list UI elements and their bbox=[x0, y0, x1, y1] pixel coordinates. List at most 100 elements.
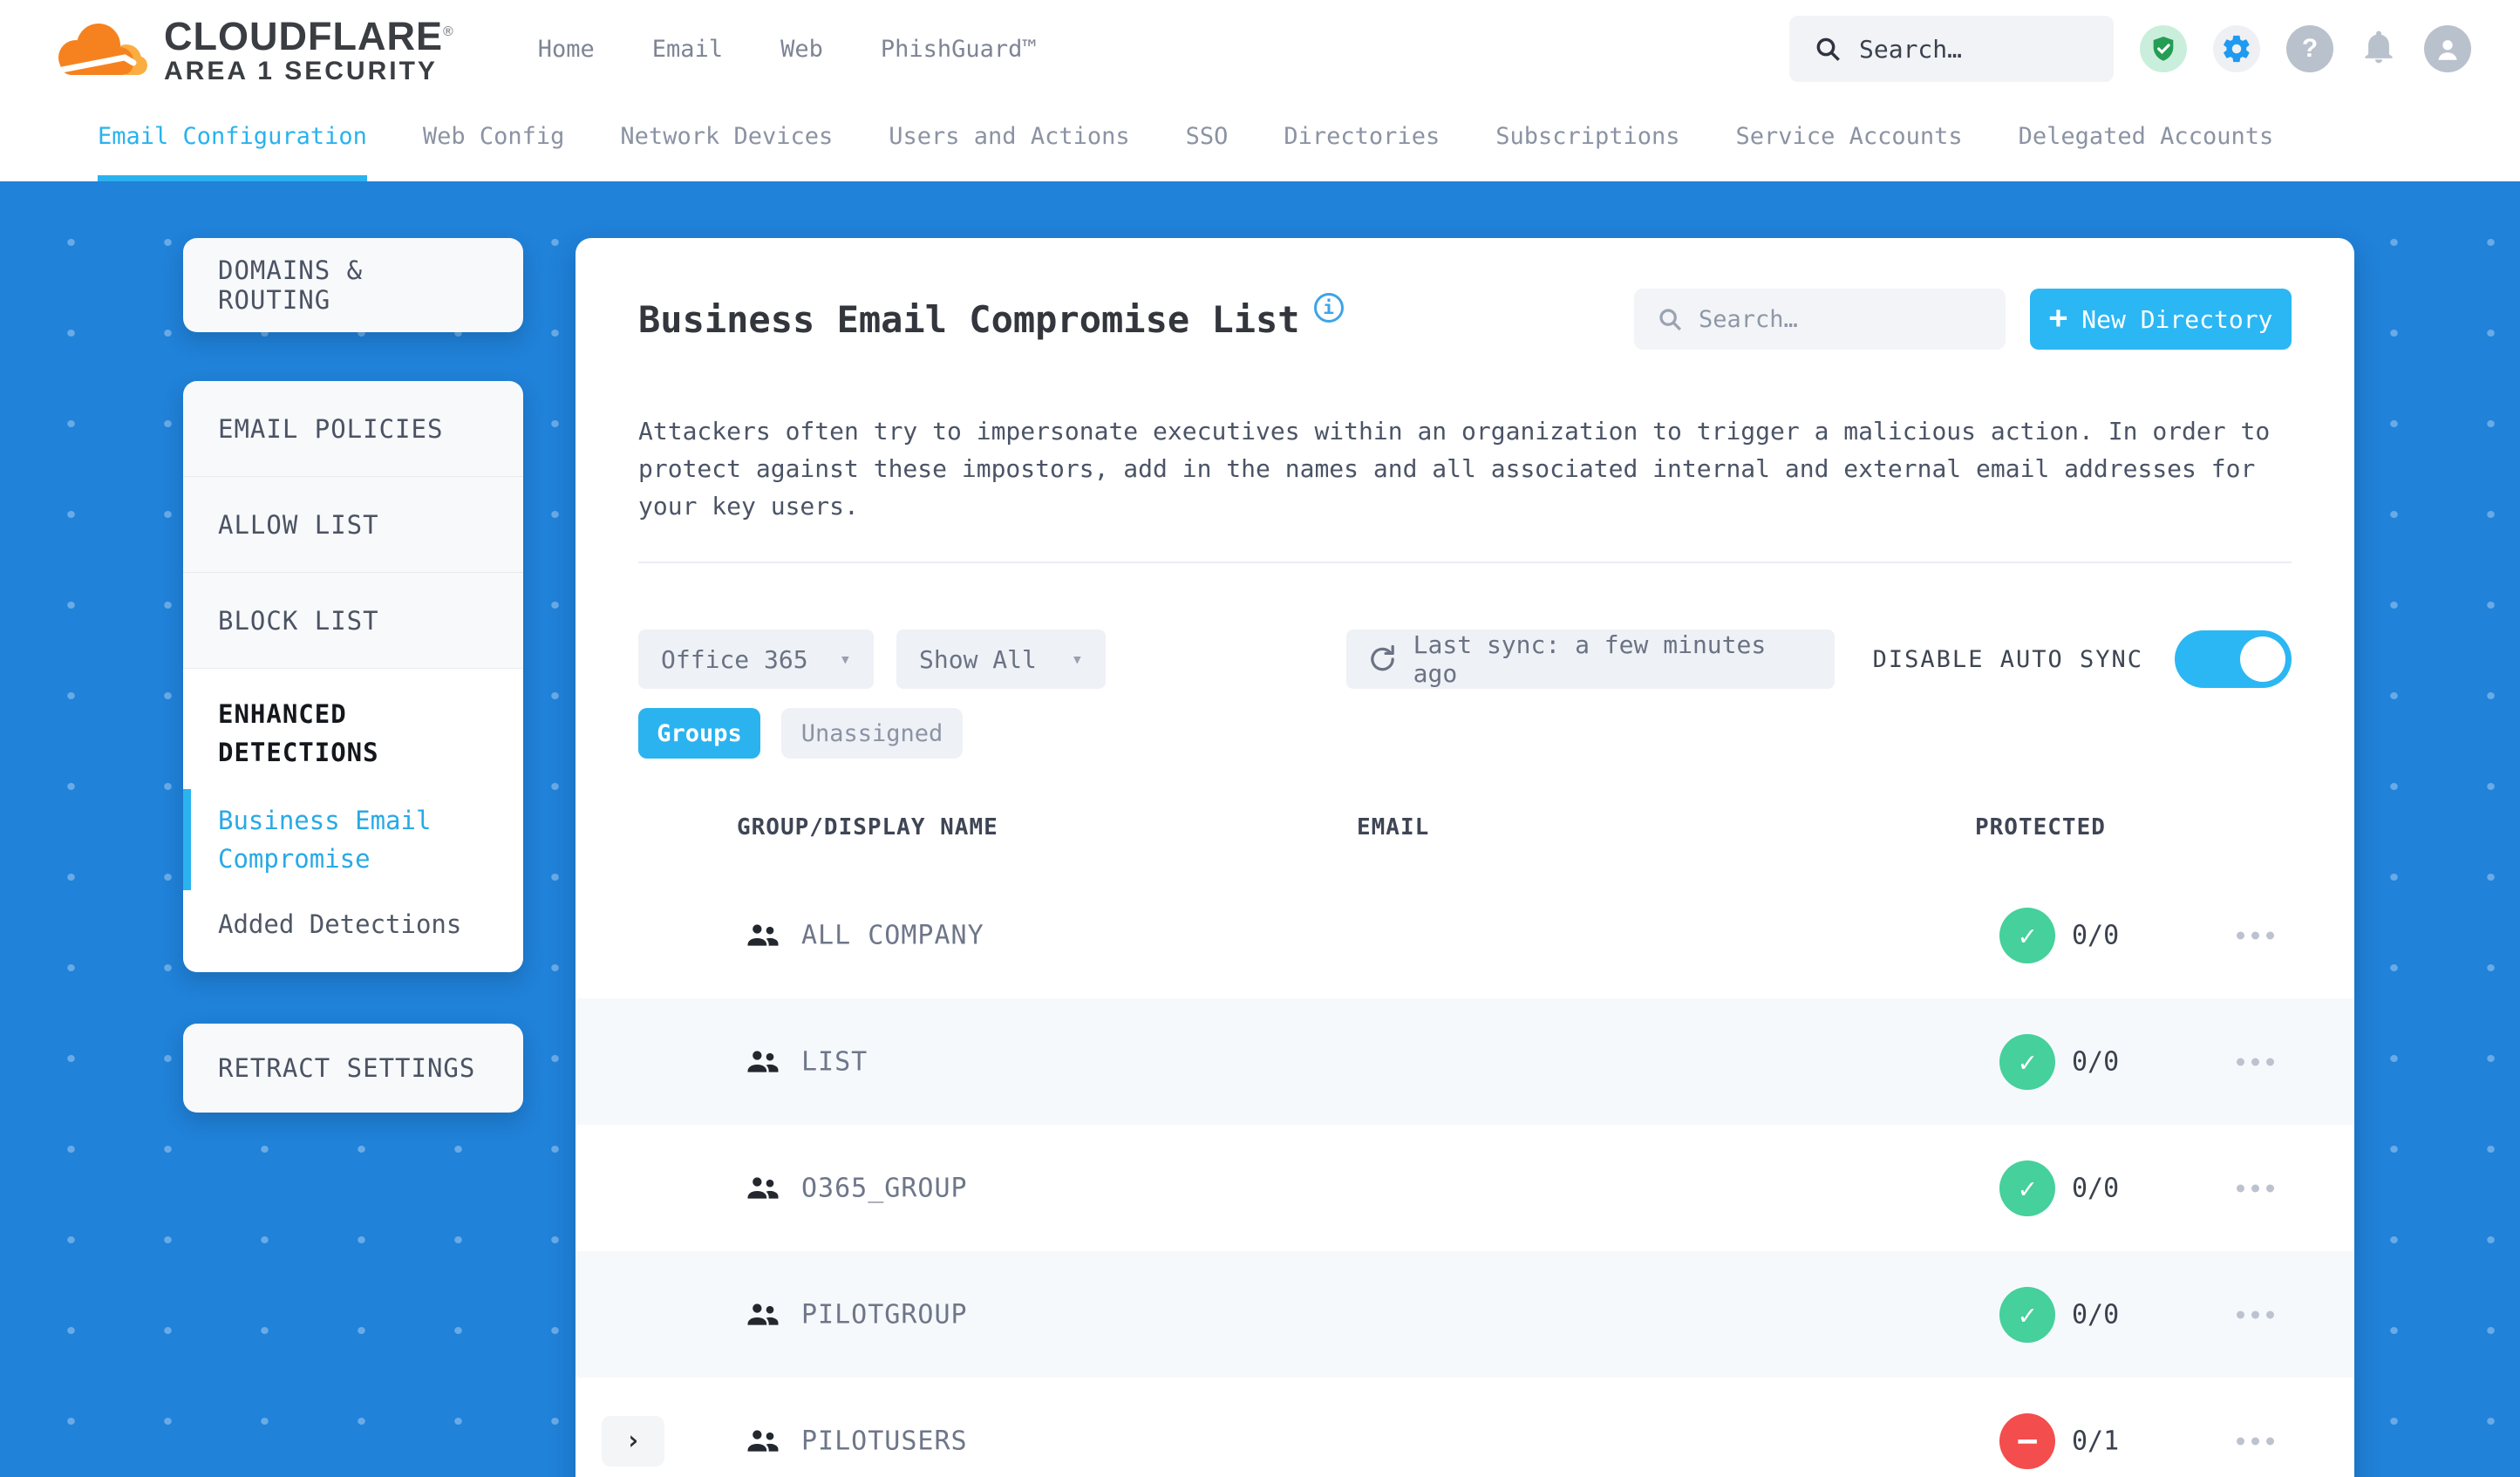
tab-directories[interactable]: Directories bbox=[1284, 98, 1440, 181]
protected-count: 0/0 bbox=[2072, 1046, 2120, 1077]
tab-subscriptions[interactable]: Subscriptions bbox=[1495, 98, 1679, 181]
sidebar-item-allow-list[interactable]: ALLOW LIST bbox=[183, 477, 523, 573]
main-panel: Business Email Compromise List i Search…… bbox=[576, 238, 2354, 1477]
table-header: GROUP/DISPLAY NAME EMAIL PROTECTED bbox=[576, 793, 2354, 872]
sidebar-item-added-detections[interactable]: Added Detections bbox=[183, 887, 523, 948]
plus-icon: + bbox=[2048, 299, 2068, 336]
protected-count: 0/0 bbox=[2072, 1173, 2120, 1203]
protected-badge: ✓ bbox=[1999, 1286, 2055, 1343]
gear-icon bbox=[2224, 35, 2250, 63]
cloudflare-cloud-icon bbox=[58, 24, 147, 75]
show-filter-select[interactable]: Show All ▾ bbox=[896, 630, 1106, 689]
tab-email-configuration[interactable]: Email Configuration bbox=[98, 98, 367, 181]
column-group-display-name: GROUP/DISPLAY NAME bbox=[737, 814, 998, 841]
group-icon bbox=[747, 1050, 779, 1072]
nav-web[interactable]: Web bbox=[780, 36, 823, 63]
expand-row-button[interactable]: › bbox=[602, 1415, 664, 1467]
group-icon bbox=[747, 1303, 779, 1325]
tab-sso[interactable]: SSO bbox=[1186, 98, 1229, 181]
group-name: PILOTUSERS bbox=[801, 1426, 968, 1456]
group-name: ALL COMPANY bbox=[801, 920, 984, 950]
row-actions-button[interactable] bbox=[2237, 931, 2274, 939]
auto-sync-label: DISABLE AUTO SYNC bbox=[1872, 645, 2143, 673]
sidebar-item-retract-settings[interactable]: RETRACT SETTINGS bbox=[183, 1024, 523, 1113]
directory-search-placeholder: Search… bbox=[1699, 305, 1798, 333]
account-button[interactable] bbox=[2424, 25, 2471, 72]
protected-count: 0/1 bbox=[2072, 1426, 2120, 1456]
registered-mark: ® bbox=[442, 24, 454, 39]
table-row: ALL COMPANY ✓ 0/0 bbox=[576, 872, 2354, 998]
person-icon bbox=[2438, 40, 2457, 60]
auto-sync-toggle[interactable] bbox=[2175, 630, 2292, 688]
page-title: Business Email Compromise List bbox=[638, 297, 1300, 341]
info-icon[interactable]: i bbox=[1313, 293, 1344, 323]
search-icon bbox=[1659, 309, 1682, 331]
nav-email[interactable]: Email bbox=[652, 36, 723, 63]
row-actions-button[interactable] bbox=[2237, 1310, 2274, 1318]
settings-button[interactable] bbox=[2213, 25, 2260, 72]
tab-service-accounts[interactable]: Service Accounts bbox=[1736, 98, 1963, 181]
tab-delegated-accounts[interactable]: Delegated Accounts bbox=[2019, 98, 2274, 181]
global-search-input[interactable]: Search… bbox=[1789, 16, 2114, 82]
protected-count: 0/0 bbox=[2072, 920, 2120, 950]
protected-badge: ✓ bbox=[1999, 1160, 2055, 1216]
view-tab-groups[interactable]: Groups bbox=[638, 708, 760, 759]
bell-icon bbox=[2365, 31, 2393, 64]
notifications-button[interactable] bbox=[2360, 28, 2398, 70]
protected-badge: − bbox=[1999, 1412, 2055, 1469]
question-icon: ? bbox=[2301, 34, 2319, 63]
search-icon bbox=[1816, 37, 1840, 61]
page-background: DOMAINS & ROUTING EMAIL POLICIES ALLOW L… bbox=[0, 181, 2520, 1477]
protected-badge: ✓ bbox=[1999, 1033, 2055, 1090]
table-row: LIST ✓ 0/0 bbox=[576, 998, 2354, 1125]
sidebar-item-block-list[interactable]: BLOCK LIST bbox=[183, 573, 523, 669]
last-sync-button[interactable]: Last sync: a few minutes ago bbox=[1345, 630, 1835, 689]
security-status-button[interactable] bbox=[2140, 25, 2187, 72]
table-row: O365_GROUP ✓ 0/0 bbox=[576, 1125, 2354, 1251]
sidebar-item-enhanced-detections[interactable]: ENHANCED DETECTIONS bbox=[183, 669, 523, 777]
top-nav: Home Email Web PhishGuard™ bbox=[538, 36, 1037, 63]
group-icon bbox=[747, 1176, 779, 1199]
page-description: Attackers often try to impersonate execu… bbox=[638, 417, 2271, 521]
sidebar-item-email-policies[interactable]: EMAIL POLICIES bbox=[183, 381, 523, 477]
help-button[interactable]: ? bbox=[2286, 25, 2333, 72]
directory-search-input[interactable]: Search… bbox=[1634, 289, 2006, 350]
table-row: PILOTGROUP ✓ 0/0 bbox=[576, 1251, 2354, 1378]
sidebar-item-business-email-compromise[interactable]: Business Email Compromise bbox=[183, 789, 523, 890]
nav-phishguard[interactable]: PhishGuard™ bbox=[881, 36, 1037, 63]
column-email: EMAIL bbox=[1357, 814, 1430, 841]
nav-home[interactable]: Home bbox=[538, 36, 595, 63]
group-icon bbox=[747, 1429, 779, 1452]
tab-users-and-actions[interactable]: Users and Actions bbox=[889, 98, 1129, 181]
brand-subtitle: AREA 1 SECURITY bbox=[164, 56, 438, 85]
protected-count: 0/0 bbox=[2072, 1299, 2120, 1330]
tab-web-config[interactable]: Web Config bbox=[423, 98, 565, 181]
row-actions-button[interactable] bbox=[2237, 1058, 2274, 1065]
tab-network-devices[interactable]: Network Devices bbox=[620, 98, 833, 181]
sidebar-email-menu: EMAIL POLICIES ALLOW LIST BLOCK LIST ENH… bbox=[183, 381, 523, 972]
table-row: › PILOTUSERS − 0/1 bbox=[576, 1378, 2354, 1477]
shield-check-icon bbox=[2153, 37, 2174, 61]
sidebar-item-domains-routing[interactable]: DOMAINS & ROUTING bbox=[183, 238, 523, 332]
brand-name: CLOUDFLARE® bbox=[164, 13, 454, 58]
global-search-placeholder: Search… bbox=[1859, 34, 1963, 64]
chevron-down-icon: ▾ bbox=[839, 648, 851, 670]
view-tab-unassigned[interactable]: Unassigned bbox=[781, 708, 963, 759]
header-actions: Search… ? bbox=[1789, 16, 2471, 82]
config-tabbar: Email Configuration Web Config Network D… bbox=[0, 98, 2520, 181]
groups-table: GROUP/DISPLAY NAME EMAIL PROTECTED ALL C… bbox=[576, 793, 2354, 1477]
column-protected: PROTECTED bbox=[1975, 814, 2106, 841]
group-name: PILOTGROUP bbox=[801, 1299, 968, 1330]
divider bbox=[638, 562, 2292, 563]
sync-icon bbox=[1370, 644, 1394, 671]
chevron-down-icon: ▾ bbox=[1071, 648, 1083, 670]
protected-badge: ✓ bbox=[1999, 907, 2055, 963]
group-name: LIST bbox=[801, 1046, 868, 1077]
group-name: O365_GROUP bbox=[801, 1173, 968, 1203]
directory-type-select[interactable]: Office 365 ▾ bbox=[638, 630, 874, 689]
row-actions-button[interactable] bbox=[2237, 1437, 2274, 1445]
app-header: CLOUDFLARE® AREA 1 SECURITY Home Email W… bbox=[0, 0, 2520, 98]
new-directory-button[interactable]: + New Directory bbox=[2030, 289, 2292, 350]
cloudflare-logo[interactable]: CLOUDFLARE® AREA 1 SECURITY bbox=[49, 12, 454, 86]
row-actions-button[interactable] bbox=[2237, 1184, 2274, 1192]
